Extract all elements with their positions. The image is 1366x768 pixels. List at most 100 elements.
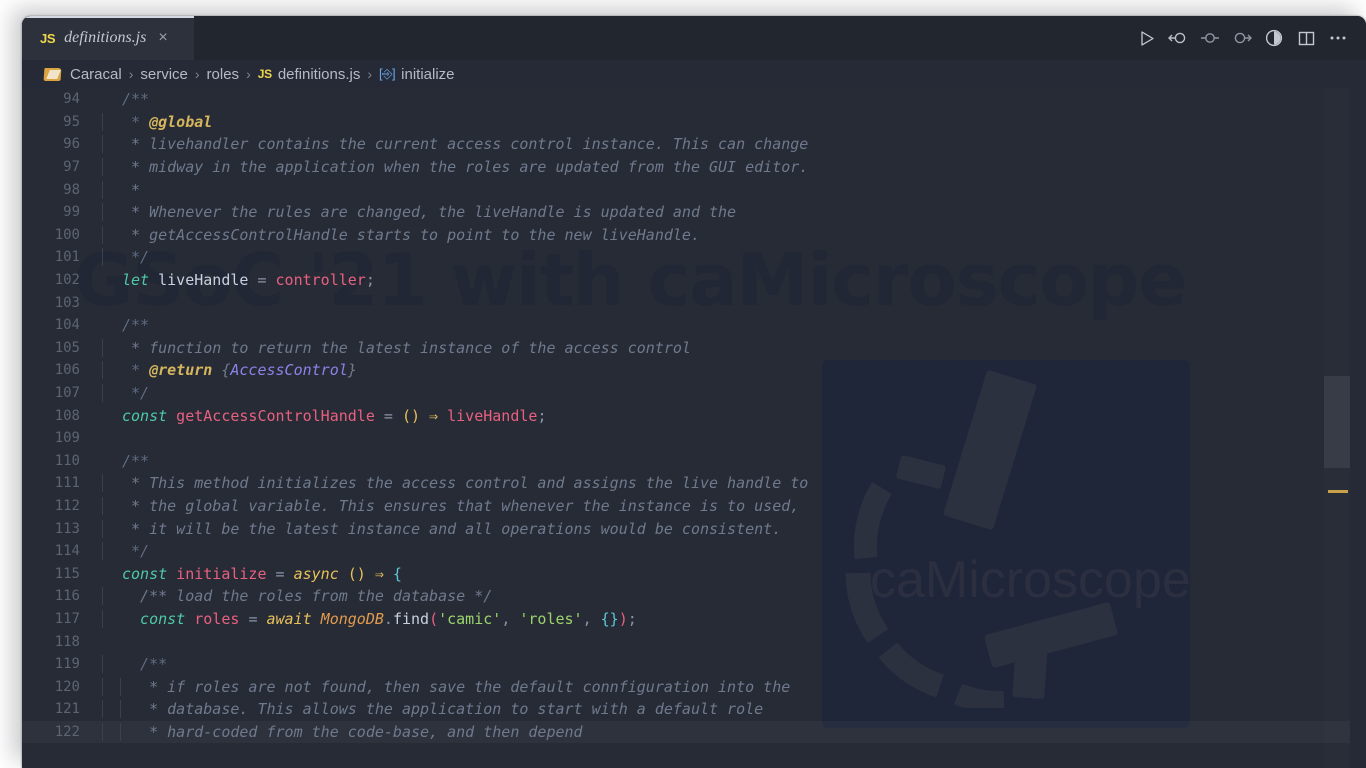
code-token: * This method initializes the access con…: [122, 474, 809, 493]
breadcrumb-item-initialize[interactable]: initialize: [401, 66, 454, 83]
code-token: ;: [365, 271, 375, 290]
more-actions-icon[interactable]: [1324, 24, 1352, 52]
code-line[interactable]: 106 * @return {AccessControl}: [22, 359, 1366, 382]
code-line[interactable]: 105 * function to return the latest inst…: [22, 337, 1366, 360]
code-line[interactable]: 94 /**: [22, 88, 1366, 111]
line-content: * This method initializes the access con…: [98, 474, 1366, 493]
breadcrumb-separator: ›: [246, 66, 251, 82]
step-back-icon[interactable]: [1164, 24, 1192, 52]
code-lines: 94/** 95 * @global 96 * livehandler contai…: [22, 88, 1366, 768]
code-line[interactable]: 116 /** load the roles from the database…: [22, 585, 1366, 608]
code-line[interactable]: 101 */: [22, 246, 1366, 269]
code-line[interactable]: 113 * it will be the latest instance and…: [22, 517, 1366, 540]
code-token: const: [122, 406, 168, 425]
line-content: * @global: [98, 112, 1366, 131]
code-line[interactable]: 120 * if roles are not found, then save …: [22, 675, 1366, 698]
breadcrumb-item-roles[interactable]: roles: [207, 66, 240, 83]
code-token: (): [392, 406, 421, 425]
folder-icon: [44, 67, 61, 81]
line-content: /**: [98, 655, 1366, 674]
code-token: * hard-coded from the code-base, and the…: [122, 722, 583, 741]
code-editor[interactable]: GSoC '21 with caMicroscope caMicroscope: [22, 88, 1366, 768]
vertical-scrollbar-thumb[interactable]: [1324, 376, 1350, 468]
code-token: * database. This allows the application …: [122, 700, 764, 719]
code-line[interactable]: 102 let liveHandle = controller;: [22, 269, 1366, 292]
code-token: * Whenever the rules are changed, the li…: [122, 203, 737, 222]
code-token: @return: [149, 361, 213, 380]
code-token: let: [122, 271, 150, 290]
code-token: 'camic': [438, 609, 502, 628]
line-number: 111: [54, 475, 80, 492]
breadcrumb-item-definitions-js[interactable]: definitions.js: [278, 66, 361, 83]
code-token: * the global variable. This ensures that…: [122, 496, 800, 515]
code-line[interactable]: 100 * getAccessControlHandle starts to p…: [22, 224, 1366, 247]
indent-guide: [102, 519, 103, 538]
code-token: {}: [600, 609, 619, 628]
line-content: * if roles are not found, then save the …: [98, 677, 1366, 696]
run-icon[interactable]: [1132, 24, 1160, 52]
indent-guide: [102, 587, 103, 606]
split-editor-icon[interactable]: [1292, 24, 1320, 52]
js-file-icon: JS: [257, 67, 272, 81]
code-line[interactable]: 115 const initialize = async () ⇒ {: [22, 562, 1366, 585]
code-line[interactable]: 118: [22, 630, 1366, 653]
code-token: /**: [122, 451, 150, 470]
indent-guide: [102, 700, 103, 719]
line-content: * livehandler contains the current acces…: [98, 135, 1366, 154]
scrollbar-marker: [1328, 490, 1348, 493]
indent-guide: [102, 384, 103, 403]
breadcrumb-item-service[interactable]: service: [140, 66, 188, 83]
code-token: ,: [501, 609, 520, 628]
indent-guide: [102, 338, 103, 357]
line-content: */: [98, 384, 1366, 403]
code-token: =: [275, 564, 285, 583]
code-token: {: [383, 564, 402, 583]
tab-definitions-js[interactable]: JS definitions.js ×: [22, 16, 194, 60]
breadcrumb-separator: ›: [194, 66, 200, 82]
step-forward-icon[interactable]: [1228, 24, 1256, 52]
editor-window: JS definitions.js × Caracal › service › …: [22, 16, 1366, 768]
code-line[interactable]: 110 /**: [22, 450, 1366, 473]
code-token: */: [122, 248, 150, 267]
symbol-function-icon: [⎆]: [379, 66, 396, 81]
code-line[interactable]: 104 /**: [22, 314, 1366, 337]
line-number: 118: [54, 633, 80, 650]
code-line[interactable]: 114 */: [22, 540, 1366, 563]
code-line[interactable]: 109: [22, 427, 1366, 450]
code-token: =: [383, 406, 393, 425]
step-icon[interactable]: [1196, 24, 1224, 52]
line-number: 121: [54, 701, 80, 718]
line-number: 109: [54, 430, 80, 447]
code-line[interactable]: 97 * midway in the application when the …: [22, 156, 1366, 179]
line-content: *: [98, 180, 1366, 199]
code-line[interactable]: 122 * hard-coded from the code-base, and…: [22, 721, 1366, 744]
js-file-icon: JS: [40, 30, 56, 46]
breadcrumb-separator: ›: [367, 66, 373, 82]
line-number: 100: [54, 226, 80, 243]
code-line[interactable]: 107 */: [22, 382, 1366, 405]
code-line[interactable]: 103: [22, 291, 1366, 314]
code-line[interactable]: 121 * database. This allows the applicat…: [22, 698, 1366, 721]
code-line[interactable]: 95 * @global: [22, 111, 1366, 134]
line-number: 101: [54, 249, 80, 266]
code-token: /**: [122, 655, 168, 674]
indent-guide: [102, 225, 103, 244]
code-line[interactable]: 117 const roles = await MongoDB.find('ca…: [22, 608, 1366, 631]
record-icon[interactable]: [1260, 24, 1288, 52]
line-content: * the global variable. This ensures that…: [98, 496, 1366, 515]
code-token: * if roles are not found, then save the …: [122, 677, 791, 696]
code-line[interactable]: 98 *: [22, 178, 1366, 201]
code-token: * midway in the application when the rol…: [122, 158, 809, 177]
code-line[interactable]: 112 * the global variable. This ensures …: [22, 495, 1366, 518]
code-token: getAccessControlHandle: [167, 406, 384, 425]
code-line[interactable]: 119 /**: [22, 653, 1366, 676]
code-token: {: [212, 361, 231, 380]
code-line[interactable]: 96 * livehandler contains the current ac…: [22, 133, 1366, 156]
close-icon[interactable]: ×: [155, 28, 170, 48]
code-line[interactable]: 99 * Whenever the rules are changed, the…: [22, 201, 1366, 224]
code-line[interactable]: 111 * This method initializes the access…: [22, 472, 1366, 495]
code-line[interactable]: 108 const getAccessControlHandle = () ⇒ l…: [22, 404, 1366, 427]
line-number: 112: [54, 497, 80, 514]
breadcrumb-item-caracal[interactable]: Caracal: [70, 66, 122, 83]
line-content: */: [98, 542, 1366, 561]
